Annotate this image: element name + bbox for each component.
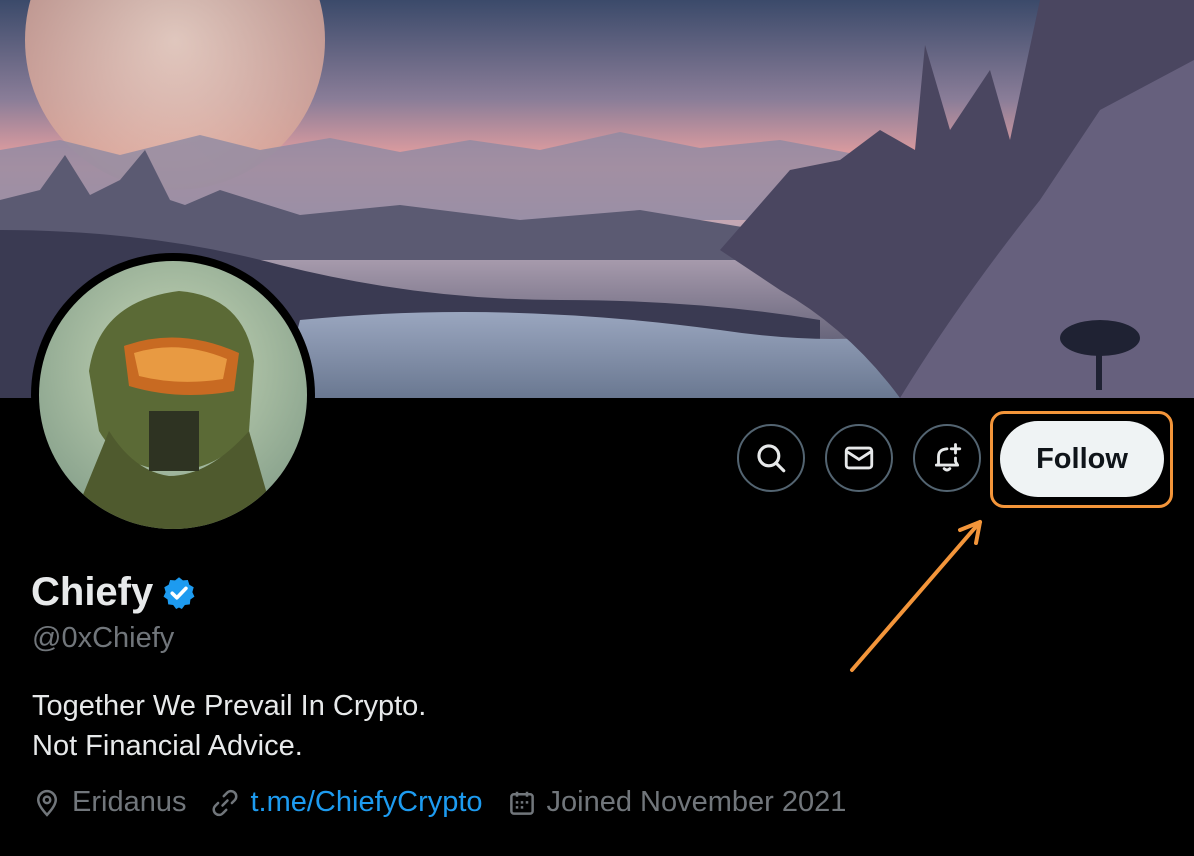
website-link[interactable]: t.me/ChiefyCrypto [250,786,482,819]
bell-plus-icon [934,443,962,472]
location-text: Eridanus [72,786,187,818]
verified-badge-icon[interactable] [161,575,197,611]
joined-date: Joined November 2021 [546,786,847,818]
avatar-image [39,261,307,529]
message-button[interactable] [825,424,893,492]
link-icon [212,789,238,816]
bio-line: Together We Prevail In Crypto. [32,690,427,722]
display-name: Chiefy [31,570,154,614]
location-pin-icon [36,789,58,817]
search-icon [757,444,786,473]
profile-bio: Together We Prevail In Crypto. Not Finan… [32,686,426,766]
location-item: Eridanus [32,786,186,819]
notifications-button[interactable] [913,424,981,492]
annotation-arrow [850,520,982,672]
bio-line: Not Financial Advice. [32,730,303,762]
website-item: t.me/ChiefyCrypto [210,786,483,819]
search-posts-button[interactable] [737,424,805,492]
profile-avatar[interactable] [31,253,315,537]
profile-meta: Eridanus t.me/ChiefyCrypto Joined Novemb… [32,786,870,819]
joined-item: Joined November 2021 [507,786,847,819]
profile-name-row: Chiefy [31,570,197,615]
follow-button[interactable]: Follow [1000,421,1164,497]
user-handle: @0xChiefy [32,622,175,654]
calendar-icon [509,791,534,815]
envelope-icon [844,446,874,470]
